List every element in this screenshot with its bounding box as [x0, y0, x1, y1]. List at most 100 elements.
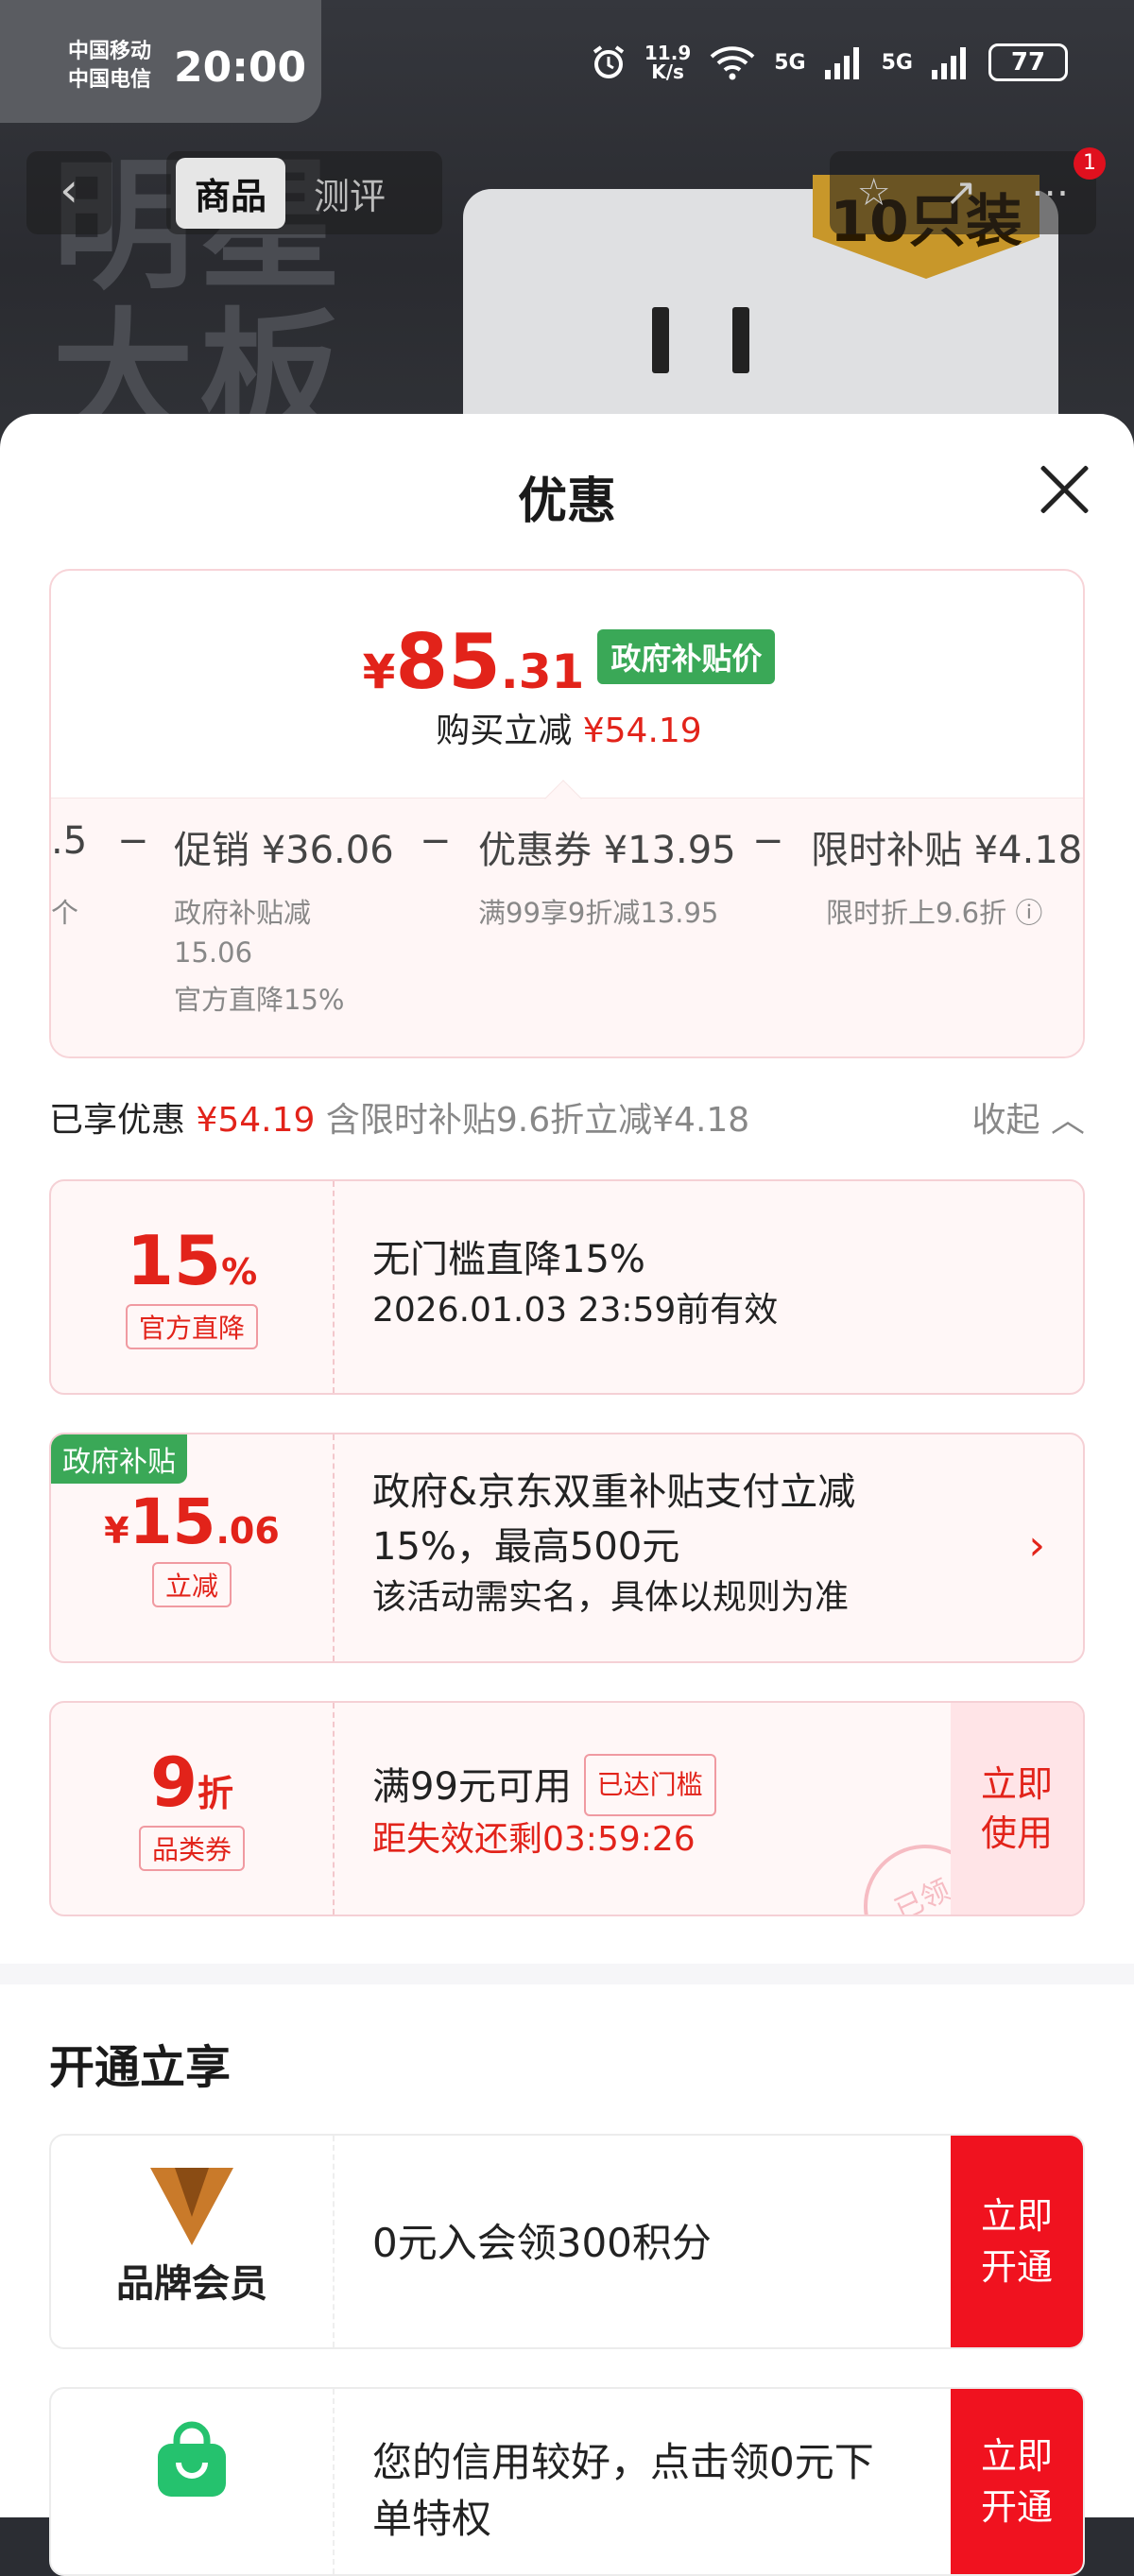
coupon-category[interactable]: 9折 品类券 满99元可用 已达门槛 距失效还剩03:59:26 已领 立即 使用: [49, 1701, 1085, 1916]
chevron-left-icon: ‹: [60, 163, 78, 217]
status-icons: 11.9 K/s 5G 5G 77: [590, 43, 1068, 81]
coupon-countdown: 距失效还剩03:59:26: [372, 1820, 696, 1859]
collapse-button[interactable]: 收起 ︿: [972, 1092, 1085, 1142]
info-icon[interactable]: ⓘ: [1015, 897, 1042, 929]
member-benefit-text: 0元入会领300积分: [372, 2220, 712, 2266]
coupon-value-area: 政府补贴 ¥15.06 立减: [51, 1434, 335, 1661]
coupon-body: 满99元可用 已达门槛 距失效还剩03:59:26: [372, 1754, 716, 1863]
tab-product[interactable]: 商品: [176, 157, 286, 229]
nav-tabs: 商品 测评: [166, 151, 442, 234]
credit-benefit-card[interactable]: 您的信用较好，点击领0元下 单特权 立即开通: [49, 2387, 1085, 2576]
coupon-unit: %: [221, 1251, 258, 1293]
purchase-discount-amount: ¥54.19: [582, 712, 702, 750]
gov-subsidy-corner-tag: 政府补贴: [51, 1434, 187, 1484]
applied-label: 已享优惠: [49, 1101, 186, 1140]
coupon-unit: 折: [198, 1773, 234, 1814]
coupon-validity: 2026.01.03 23:59前有效: [372, 1291, 779, 1330]
credit-logo-area: [51, 2389, 335, 2574]
coupon-currency: ¥: [104, 1510, 129, 1552]
member-name: 品牌会员: [116, 2262, 267, 2306]
coupon-decimal: .06: [215, 1510, 280, 1552]
open-label-2: 开通: [980, 2246, 1053, 2288]
close-icon[interactable]: [1036, 461, 1092, 518]
coupon-note: 该活动需实名，具体以规则为准: [372, 1578, 850, 1617]
tab-review[interactable]: 测评: [295, 158, 404, 229]
battery-indicator: 77: [988, 43, 1068, 81]
network-speed: 11.9 K/s: [644, 43, 691, 81]
credit-benefit-line-1: 您的信用较好，点击领0元下: [372, 2439, 874, 2485]
breakdown-lead-value: .5: [51, 819, 88, 863]
coupon-title: 无门槛直降15%: [372, 1238, 645, 1281]
share-icon[interactable]: ↗: [945, 171, 977, 215]
caret-up-icon: [544, 780, 582, 817]
carrier-1: 中国移动: [68, 40, 152, 63]
price-currency: ¥: [362, 644, 396, 699]
open-label-1: 立即: [980, 2435, 1053, 2477]
chevron-right-icon[interactable]: ›: [1028, 1521, 1045, 1570]
alarm-icon: [593, 45, 625, 78]
shopping-bag-icon: [158, 2421, 226, 2497]
status-clock: 20:00: [174, 43, 307, 92]
more-icon[interactable]: ⋯: [1031, 171, 1069, 215]
coupon-value-area: 9折 品类券: [51, 1703, 335, 1915]
coupon-value: 15: [126, 1221, 222, 1300]
purchase-discount: 购买立减 ¥54.19: [51, 703, 1083, 752]
signal-bars-icon: [824, 47, 859, 79]
coupon-body: 无门槛直降15% 2026.01.03 23:59前有效: [372, 1232, 778, 1334]
coupon-title: 满99元可用: [372, 1765, 572, 1809]
coupon-value-area: 15% 官方直降: [51, 1181, 335, 1393]
minus-sign: −: [752, 819, 784, 863]
use-now-label-1: 立即: [980, 1763, 1053, 1805]
threshold-reached-badge: 已达门槛: [583, 1754, 716, 1816]
network-speed-value: 11.9: [644, 42, 692, 64]
coupon-gov-subsidy[interactable]: 政府补贴 ¥15.06 立减 政府&京东双重补贴支付立减 15%，最高500元 …: [49, 1433, 1085, 1663]
minus-sign: −: [117, 819, 149, 863]
applied-amount: ¥54.19: [196, 1101, 316, 1140]
coupon-body: 政府&京东双重补贴支付立减 15%，最高500元 该活动需实名，具体以规则为准: [372, 1465, 855, 1622]
promo-sub-3: 官方直降15%: [174, 984, 345, 1016]
credit-benefit-text: 您的信用较好，点击领0元下 单特权: [372, 2434, 874, 2548]
applied-detail: 含限时补贴9.6折立减¥4.18: [325, 1101, 750, 1140]
use-now-label-2: 使用: [980, 1812, 1053, 1854]
coupon-value: 9: [149, 1743, 198, 1822]
carrier-2: 中国电信: [68, 68, 152, 92]
flash-subsidy-amount: 限时补贴 ¥4.18: [811, 829, 1083, 872]
coupon-type-tag: 立减: [151, 1562, 232, 1607]
status-bar: 中国移动 中国电信 20:00 11.9 K/s 5G 5G 77: [0, 0, 1134, 142]
back-button[interactable]: ‹: [26, 151, 112, 234]
socket-hole: [652, 307, 669, 373]
flash-subsidy-sub: 限时折上9.6折 ⓘ: [826, 893, 1042, 933]
network-speed-unit: K/s: [651, 60, 684, 83]
price-decimal: .31: [500, 644, 585, 699]
signal-2-label: 5G: [881, 50, 913, 75]
section-divider: [0, 1964, 1134, 1984]
coupon-official-discount[interactable]: 15% 官方直降 无门槛直降15% 2026.01.03 23:59前有效: [49, 1179, 1085, 1395]
open-member-button[interactable]: 立即 开通: [951, 2136, 1083, 2347]
open-label-1: 立即: [980, 2195, 1053, 2237]
collapse-label: 收起: [971, 1101, 1040, 1140]
open-benefits-title: 开通立享: [49, 2041, 232, 2094]
open-label-2: 开通: [980, 2486, 1053, 2528]
coupon-type-tag: 品类券: [138, 1826, 245, 1871]
coupon-title-2: 15%，最高500元: [372, 1525, 680, 1569]
socket-hole: [732, 307, 749, 373]
favorite-star-icon[interactable]: ☆: [857, 171, 891, 215]
applied-discount-summary: 已享优惠 ¥54.19 含限时补贴9.6折立减¥4.18 收起 ︿: [49, 1092, 1085, 1149]
use-now-button[interactable]: 立即 使用: [951, 1703, 1083, 1915]
minus-sign: −: [420, 819, 452, 863]
brand-member-card[interactable]: 品牌会员 0元入会领300积分 立即开通: [49, 2134, 1085, 2349]
coupon-title-1: 政府&京东双重补贴支付立减: [372, 1470, 856, 1514]
discount-breakdown: .5 个 − 促销 ¥36.06 政府补贴减 15.06 官方直降15% − 优…: [51, 780, 1083, 1056]
chevron-up-icon: ︿: [1050, 1101, 1085, 1140]
open-credit-button[interactable]: 立即 开通: [951, 2389, 1083, 2574]
promo-amount: 促销 ¥36.06: [174, 829, 394, 872]
flash-subsidy-sub-text: 限时折上9.6折: [826, 897, 1007, 929]
nav-actions: ☆ ↗ ⋯ 1: [830, 147, 1106, 234]
battery-level: 77: [1010, 48, 1046, 77]
coupon-amount: 优惠券 ¥13.95: [478, 829, 736, 872]
price-integer: 85: [395, 618, 501, 706]
promo-sub-1: 政府补贴减: [174, 897, 312, 929]
signal-bars-icon: [932, 47, 966, 79]
wifi-icon: [710, 46, 755, 80]
coupon-value: 15: [129, 1485, 216, 1558]
